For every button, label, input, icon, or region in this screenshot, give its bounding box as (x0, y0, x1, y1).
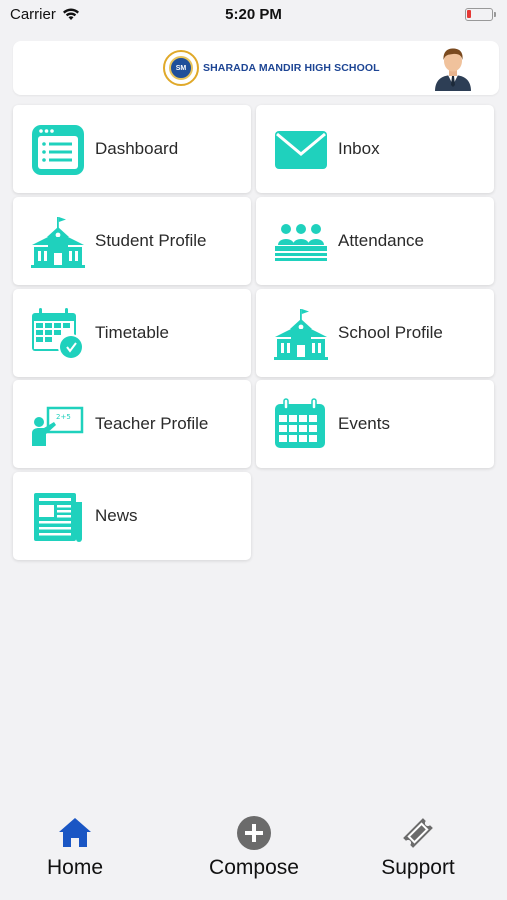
school-building-icon (274, 309, 328, 360)
wifi-icon (62, 8, 79, 20)
app-header: SM SHARADA MANDIR HIGH SCHOOL (13, 41, 499, 95)
home-icon (59, 818, 91, 847)
menu-tile-attendance[interactable]: Attendance (256, 197, 494, 285)
menu-tile-label: Teacher Profile (95, 414, 209, 433)
school-seal-logo: SM (163, 50, 199, 86)
school-logo: SM SHARADA MANDIR HIGH SCHOOL (163, 50, 380, 86)
tab-support[interactable]: Support (353, 814, 483, 884)
tab-home-label: Home (46, 856, 104, 879)
school-name: SHARADA MANDIR HIGH SCHOOL (203, 62, 380, 74)
tab-compose-label: Compose (209, 856, 299, 879)
menu-tile-student-profile[interactable]: Student Profile (13, 197, 251, 285)
status-bar: Carrier 5:20 PM (0, 0, 507, 28)
menu-tile-teacher-profile[interactable]: 2+5 Teacher Profile (13, 380, 251, 468)
menu-tile-label: School Profile (338, 323, 443, 342)
plus-circle-icon (237, 816, 271, 850)
carrier-label: Carrier (10, 5, 56, 23)
menu-tile-school-profile[interactable]: School Profile (256, 289, 494, 377)
group-people-icon (275, 224, 327, 261)
calendar-icon (275, 398, 325, 448)
teacher-board-icon: 2+5 (32, 406, 84, 446)
menu-tile-news[interactable]: News (13, 472, 251, 560)
menu-tile-label: News (95, 506, 138, 525)
menu-tile-dashboard[interactable]: Dashboard (13, 105, 251, 193)
menu-tile-label: Inbox (338, 139, 380, 158)
menu-tile-label: Dashboard (95, 139, 179, 158)
menu-tile-events[interactable]: Events (256, 380, 494, 468)
battery-level (467, 9, 471, 18)
svg-text:2+5: 2+5 (56, 413, 71, 421)
user-avatar-icon[interactable] (433, 45, 473, 91)
menu-tile-inbox[interactable]: Inbox (256, 105, 494, 193)
menu-tile-label: Attendance (338, 231, 425, 250)
school-building-icon (31, 217, 85, 268)
newspaper-icon (34, 493, 82, 542)
calendar-clock-icon (32, 308, 84, 360)
menu-tile-label: Events (338, 414, 390, 433)
envelope-icon (275, 131, 327, 169)
tab-compose[interactable]: Compose (189, 814, 319, 884)
tab-home[interactable]: Home (10, 814, 140, 884)
status-left: Carrier (10, 6, 80, 23)
menu-tile-timetable[interactable]: Timetable (13, 289, 251, 377)
logo-monogram: SM (169, 56, 193, 80)
bottom-tab-bar: Home Compose Support (0, 800, 507, 900)
menu-tile-label: Timetable (95, 323, 170, 342)
battery-low-icon (465, 7, 496, 21)
dashboard-icon (32, 125, 84, 175)
tab-support-label: Support (381, 856, 455, 879)
ticket-icon (403, 818, 433, 848)
menu-tile-label: Student Profile (95, 231, 207, 250)
